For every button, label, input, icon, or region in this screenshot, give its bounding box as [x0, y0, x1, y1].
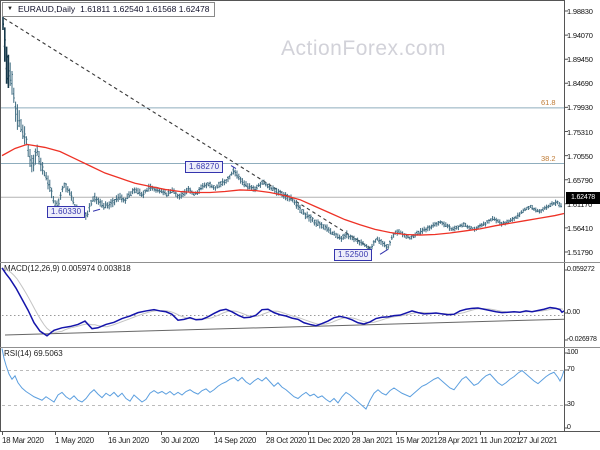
rsi-line	[1, 348, 565, 410]
current-price-tag: 1.62478	[566, 192, 600, 204]
ohlc-bars	[9, 62, 562, 252]
ohlc-bars-initial-spike	[2, 10, 10, 89]
chart-frame	[0, 0, 565, 432]
symbol-dropdown-icon[interactable]: ▼	[7, 3, 13, 16]
chart-title-box: ▼ EURAUD,Daily 1.61811 1.62540 1.61568 1…	[2, 2, 216, 17]
macd-trendline[interactable]	[4, 318, 565, 336]
chart-plot-surface[interactable]	[0, 0, 600, 450]
trading-chart-window: ActionForex.com ▼ EURAUD,Daily 1.61811 1…	[0, 0, 600, 450]
annotation-connector	[92, 208, 101, 212]
symbol-timeframe-label: EURAUD,Daily	[17, 4, 76, 14]
descending-trendline[interactable]	[3, 17, 373, 250]
moving-average-line	[1, 143, 565, 236]
annotation-connector	[379, 248, 389, 255]
ohlc-values: 1.61811 1.62540 1.61568 1.62478	[80, 4, 210, 14]
macd-line	[1, 267, 565, 337]
